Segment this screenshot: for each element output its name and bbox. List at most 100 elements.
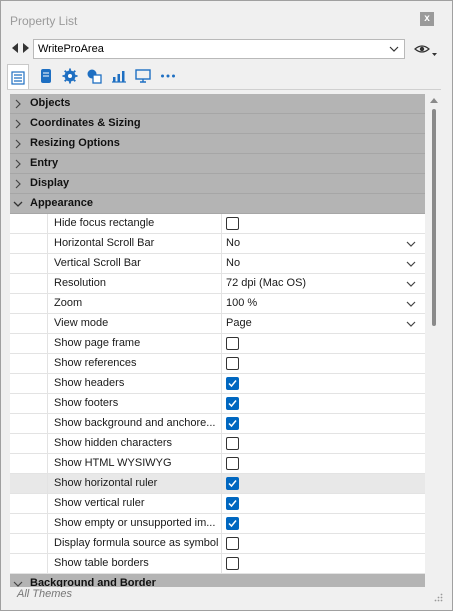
row-gutter [10, 214, 48, 233]
property-name: Show vertical ruler [54, 497, 145, 509]
column-separator [221, 374, 222, 393]
property-row[interactable]: Show page frame [10, 334, 425, 354]
section-coordinates-sizing[interactable]: Coordinates & Sizing [10, 114, 425, 134]
property-row[interactable]: Show references [10, 354, 425, 374]
property-row[interactable]: Show empty or unsupported im... [10, 514, 425, 534]
row-gutter [10, 394, 48, 413]
close-button[interactable]: x [420, 12, 434, 26]
property-value[interactable]: No [226, 257, 240, 269]
resize-grip-icon[interactable] [434, 593, 443, 602]
column-separator [221, 554, 222, 573]
toolbar-divider [7, 89, 441, 90]
scrollbar-thumb[interactable] [432, 109, 436, 326]
property-checkbox[interactable] [226, 537, 239, 550]
section-display[interactable]: Display [10, 174, 425, 194]
section-resizing-options[interactable]: Resizing Options [10, 134, 425, 154]
property-row[interactable]: Show HTML WYSIWYG [10, 454, 425, 474]
tab-list[interactable] [7, 64, 29, 90]
title-bar: Property List x [1, 1, 452, 35]
checkmark-icon [228, 380, 237, 388]
property-name: Zoom [54, 297, 83, 309]
tab-data-source[interactable] [35, 64, 57, 88]
property-checkbox[interactable] [226, 497, 239, 510]
column-separator [221, 214, 222, 233]
property-row[interactable]: Vertical Scroll Bar No [10, 254, 425, 274]
property-row[interactable]: Show background and anchore... [10, 414, 425, 434]
property-name: Show HTML WYSIWYG [54, 457, 172, 469]
object-dropdown[interactable]: WriteProArea [33, 39, 405, 59]
row-gutter [10, 254, 48, 273]
property-checkbox[interactable] [226, 457, 239, 470]
property-checkbox[interactable] [226, 337, 239, 350]
property-row[interactable]: Show table borders [10, 554, 425, 574]
chevron-right-icon [15, 179, 21, 189]
property-row[interactable]: Show hidden characters [10, 434, 425, 454]
property-value[interactable]: 100 % [226, 297, 257, 309]
property-checkbox[interactable] [226, 377, 239, 390]
tab-chart[interactable] [108, 64, 130, 88]
section-background-and-border[interactable]: Background and Border [10, 574, 425, 587]
row-gutter [10, 494, 48, 513]
visibility-menu[interactable] [414, 42, 438, 58]
chevron-down-icon [406, 241, 416, 247]
column-separator [221, 434, 222, 453]
property-name: Vertical Scroll Bar [54, 257, 141, 269]
section-entry[interactable]: Entry [10, 154, 425, 174]
property-row[interactable]: Zoom 100 % [10, 294, 425, 314]
tab-monitor[interactable] [132, 64, 154, 88]
row-gutter [10, 434, 48, 453]
property-checkbox[interactable] [226, 437, 239, 450]
nav-arrows[interactable] [12, 43, 30, 55]
section-label: Entry [30, 157, 59, 169]
row-gutter [10, 454, 48, 473]
property-checkbox[interactable] [226, 417, 239, 430]
vertical-scrollbar[interactable] [429, 94, 439, 587]
property-checkbox[interactable] [226, 217, 239, 230]
monitor-icon [135, 69, 151, 83]
row-gutter [10, 534, 48, 553]
chevron-down-icon [406, 321, 416, 327]
section-objects[interactable]: Objects [10, 94, 425, 114]
property-value[interactable]: 72 dpi (Mac OS) [226, 277, 306, 289]
property-checkbox[interactable] [226, 517, 239, 530]
property-checkbox[interactable] [226, 557, 239, 570]
property-row[interactable]: Show horizontal ruler [10, 474, 425, 494]
section-label: Objects [30, 97, 71, 109]
property-value[interactable]: No [226, 237, 240, 249]
more-icon [161, 74, 175, 78]
property-row[interactable]: Show vertical ruler [10, 494, 425, 514]
property-checkbox[interactable] [226, 397, 239, 410]
tab-more[interactable] [157, 64, 179, 88]
list-icon [11, 70, 25, 85]
footer-bar: All Themes [1, 587, 452, 610]
section-appearance[interactable]: Appearance [10, 194, 425, 214]
tab-shapes[interactable] [83, 64, 105, 88]
property-value[interactable]: Page [226, 317, 252, 329]
property-row[interactable]: Show footers [10, 394, 425, 414]
theme-label[interactable]: All Themes [17, 588, 72, 600]
column-separator [221, 294, 222, 313]
property-row[interactable]: Hide focus rectangle [10, 214, 425, 234]
property-checkbox[interactable] [226, 357, 239, 370]
database-icon [41, 69, 51, 83]
chevron-down-icon [13, 201, 23, 207]
property-row[interactable]: Show headers [10, 374, 425, 394]
property-row[interactable]: Resolution 72 dpi (Mac OS) [10, 274, 425, 294]
chevron-down-icon [389, 46, 399, 52]
checkmark-icon [228, 520, 237, 528]
chevron-down-icon [406, 261, 416, 267]
row-gutter [10, 294, 48, 313]
property-row[interactable]: Horizontal Scroll Bar No [10, 234, 425, 254]
property-name: Show horizontal ruler [54, 477, 158, 489]
property-checkbox[interactable] [226, 477, 239, 490]
scroll-up-icon [430, 98, 438, 103]
nav-arrows-icon [12, 43, 29, 53]
property-row[interactable]: Display formula source as symbol [10, 534, 425, 554]
property-name: Show hidden characters [54, 437, 173, 449]
checkmark-icon [228, 400, 237, 408]
chevron-right-icon [15, 119, 21, 129]
property-row[interactable]: View mode Page [10, 314, 425, 334]
property-name: Show background and anchore... [54, 417, 216, 429]
column-separator [221, 514, 222, 533]
tab-settings[interactable] [59, 64, 81, 88]
